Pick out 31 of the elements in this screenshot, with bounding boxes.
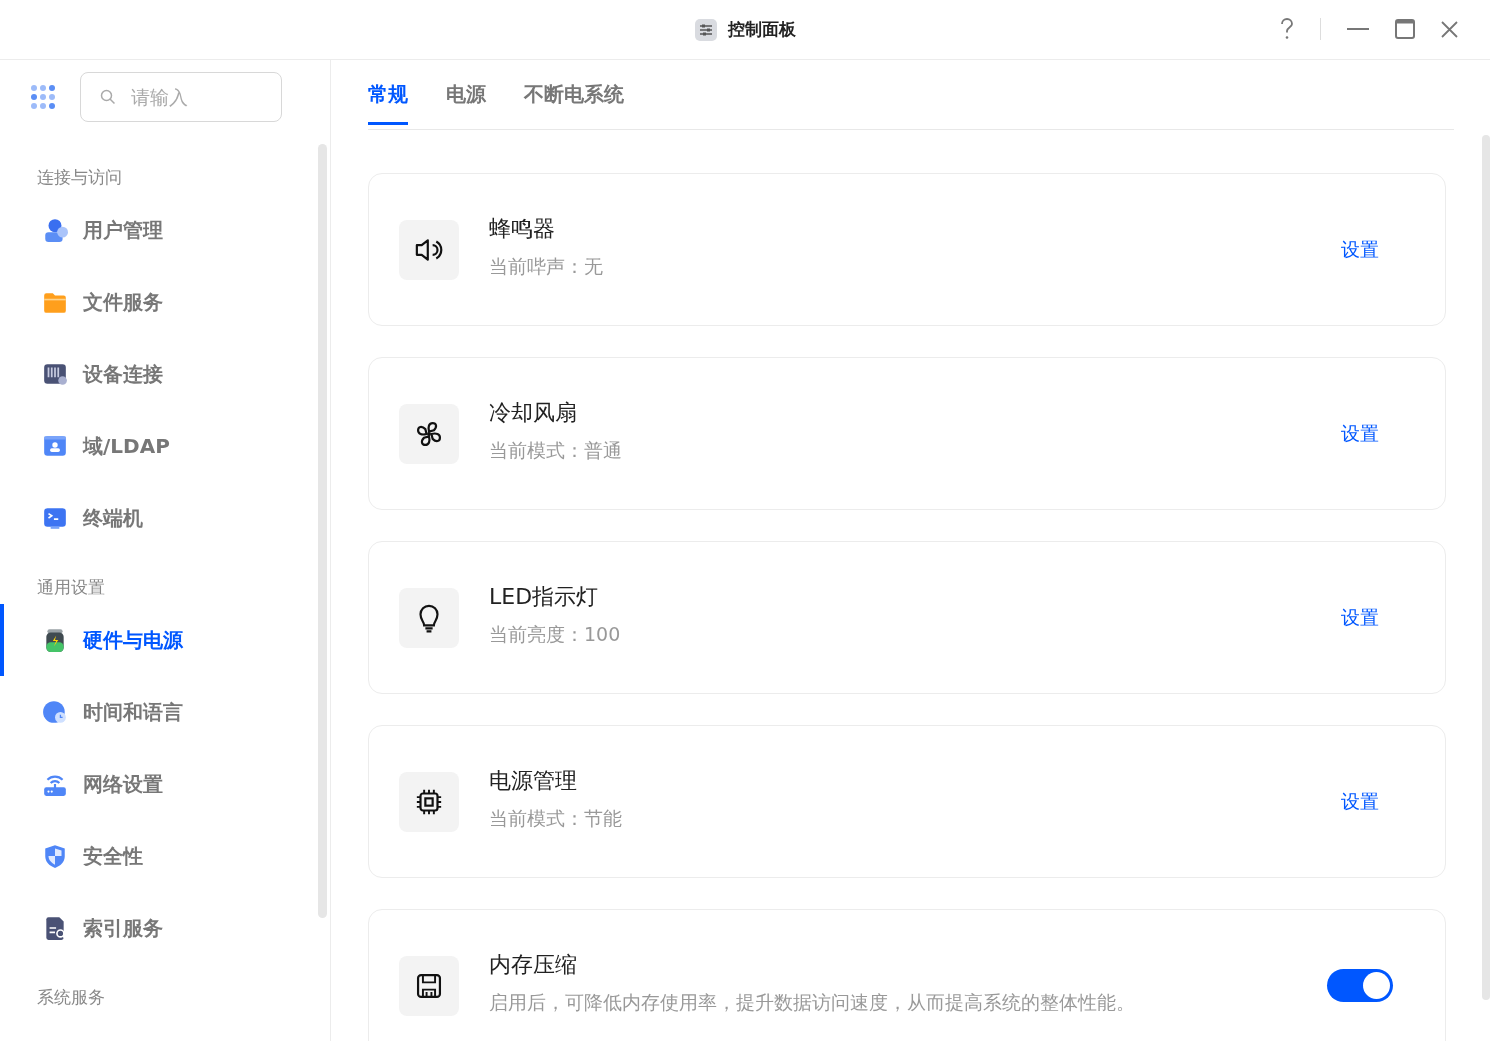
setting-description: 当前模式：节能 bbox=[489, 805, 623, 831]
settings-link[interactable]: 设置 bbox=[1341, 420, 1379, 447]
setting-description: 当前哔声：无 bbox=[489, 253, 604, 279]
section-heading: 通用设置 bbox=[36, 576, 106, 599]
window-title: 控制面板 bbox=[728, 18, 796, 41]
setting-title: 冷却风扇 bbox=[489, 398, 578, 427]
sidebar-item[interactable]: 用户管理 bbox=[0, 194, 318, 266]
section-heading: 系统服务 bbox=[36, 986, 106, 1009]
settings-link[interactable]: 设置 bbox=[1341, 788, 1379, 815]
setting-description: 当前模式：普通 bbox=[489, 437, 623, 463]
setting-title: 内存压缩 bbox=[489, 950, 578, 979]
tab[interactable]: 不断电系统 bbox=[524, 81, 624, 125]
tab[interactable]: 常规 bbox=[368, 81, 408, 125]
sidebar-item[interactable]: 安全性 bbox=[0, 820, 318, 892]
search-field[interactable]: 请输入 bbox=[80, 72, 282, 122]
settings-link[interactable]: 设置 bbox=[1341, 604, 1379, 631]
setting-title: LED指示灯 bbox=[489, 582, 600, 611]
setting-title: 蜂鸣器 bbox=[489, 214, 556, 243]
section-heading: 连接与访问 bbox=[36, 166, 123, 189]
sidebar-item[interactable]: 域/LDAP bbox=[0, 410, 318, 482]
setting-description: 启用后，可降低内存使用率，提升数据访问速度，从而提高系统的整体性能。 bbox=[489, 989, 1136, 1015]
sidebar-item[interactable]: 索引服务 bbox=[0, 892, 318, 964]
tab[interactable]: 电源 bbox=[446, 81, 486, 125]
setting-title: 电源管理 bbox=[489, 766, 578, 795]
sidebar-item[interactable]: 时间和语言 bbox=[0, 676, 318, 748]
settings-link[interactable]: 设置 bbox=[1341, 236, 1379, 263]
setting-description: 当前亮度：100 bbox=[489, 621, 622, 647]
sidebar-item[interactable]: 文件服务 bbox=[0, 266, 318, 338]
sidebar-item[interactable]: 设备连接 bbox=[0, 338, 318, 410]
sidebar-item[interactable]: 终端机 bbox=[0, 482, 318, 554]
sidebar-item[interactable]: 网络设置 bbox=[0, 748, 318, 820]
